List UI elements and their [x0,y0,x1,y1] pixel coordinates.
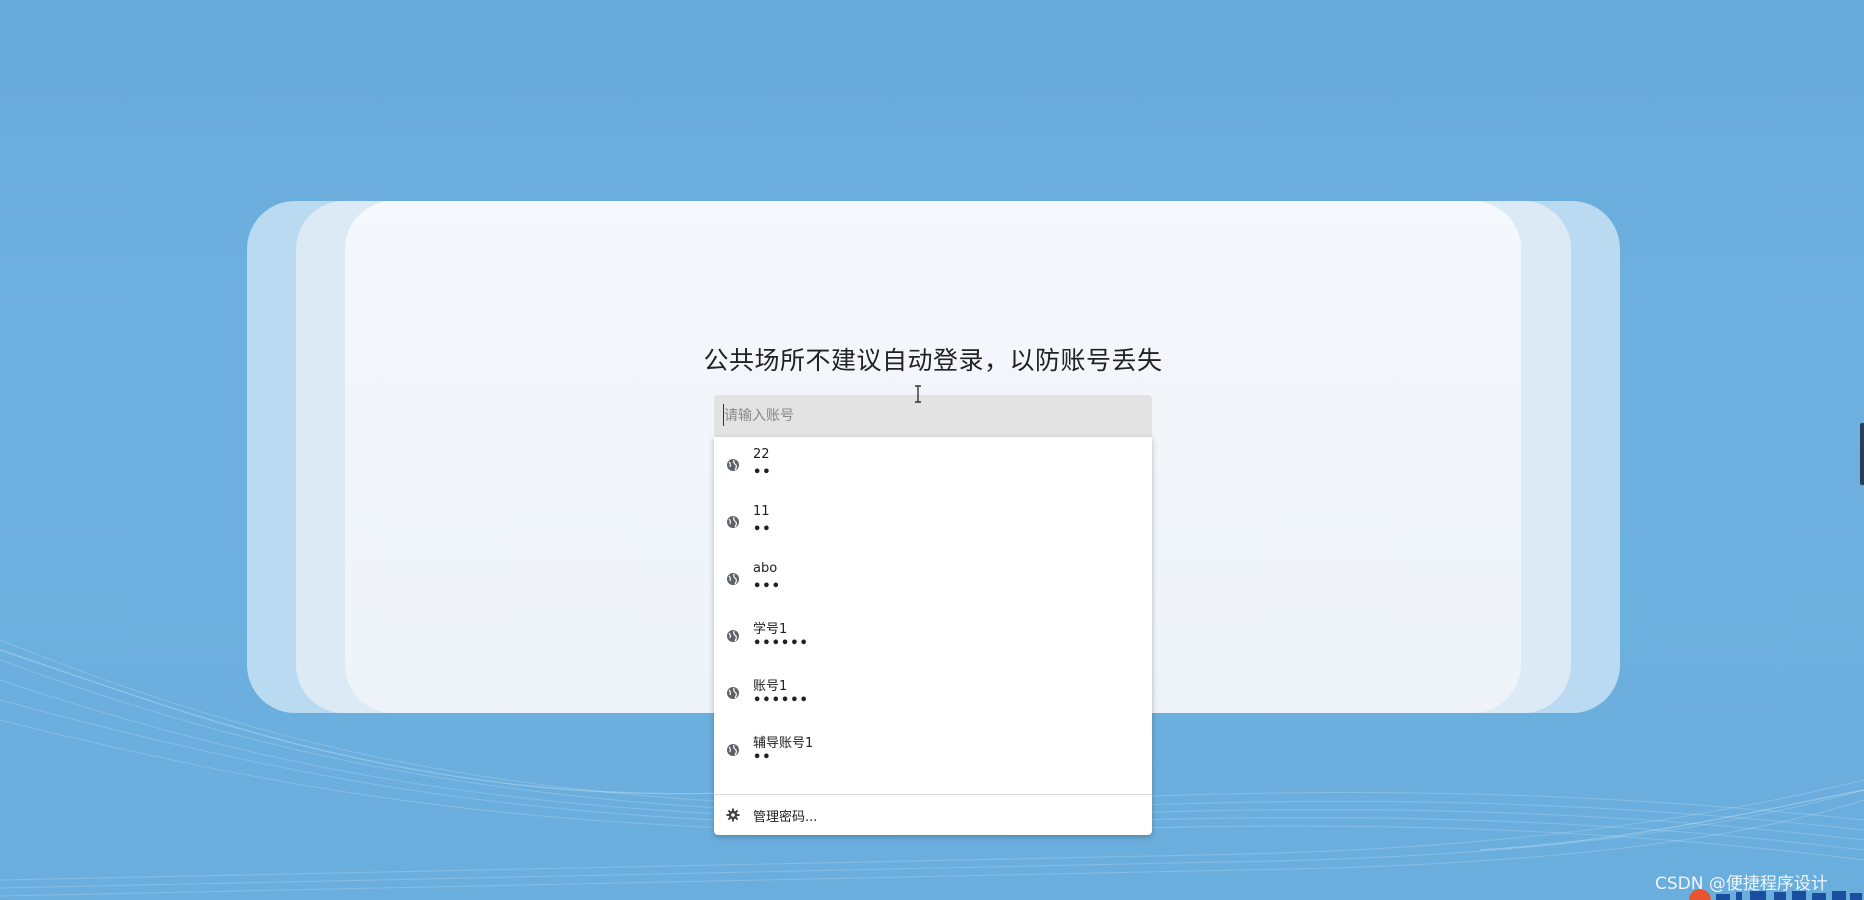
globe-key-icon [727,459,739,471]
credential-item[interactable]: 账号1 •••••• [714,665,1152,722]
account-input[interactable] [714,395,1152,437]
ibeam-cursor-icon [915,385,921,403]
gear-icon [726,808,740,822]
credential-item[interactable]: 辅导账号1 •• [714,722,1152,779]
credential-password-mask: •• [753,522,772,537]
password-autofill-dropdown: 22 •• 11 •• abo ••• 学号1 •••••• 账号1 ••••• [714,437,1152,835]
credential-username: 辅导账号1 [753,736,814,751]
auto-login-notice: 公共场所不建议自动登录，以防账号丢失 [703,346,1163,375]
credential-username: 学号1 [753,622,788,637]
credential-username: abo [753,561,778,576]
credential-password-mask: •• [753,465,772,480]
credential-username: 11 [753,504,770,519]
credential-item[interactable]: 11 •• [714,494,1152,551]
manage-passwords-label: 管理密码... [753,810,818,825]
credential-password-mask: •••••• [753,693,809,708]
globe-key-icon [727,516,739,528]
credential-password-mask: ••• [753,579,781,594]
globe-key-icon [727,630,739,642]
credential-password-mask: •••••• [753,636,809,651]
credential-password-mask: •• [753,750,772,765]
globe-key-icon [727,573,739,585]
side-scroll-handle[interactable] [1860,423,1864,485]
credential-username: 22 [753,447,770,462]
globe-key-icon [727,687,739,699]
credential-item[interactable]: 22 •• [714,437,1152,494]
manage-passwords-button[interactable]: 管理密码... [714,795,1152,835]
globe-key-icon [727,744,739,756]
credential-item[interactable]: 学号1 •••••• [714,608,1152,665]
text-caret [723,404,724,426]
credential-item[interactable]: abo ••• [714,551,1152,608]
csdn-logo-icon [1689,889,1862,900]
credential-username: 账号1 [753,679,788,694]
